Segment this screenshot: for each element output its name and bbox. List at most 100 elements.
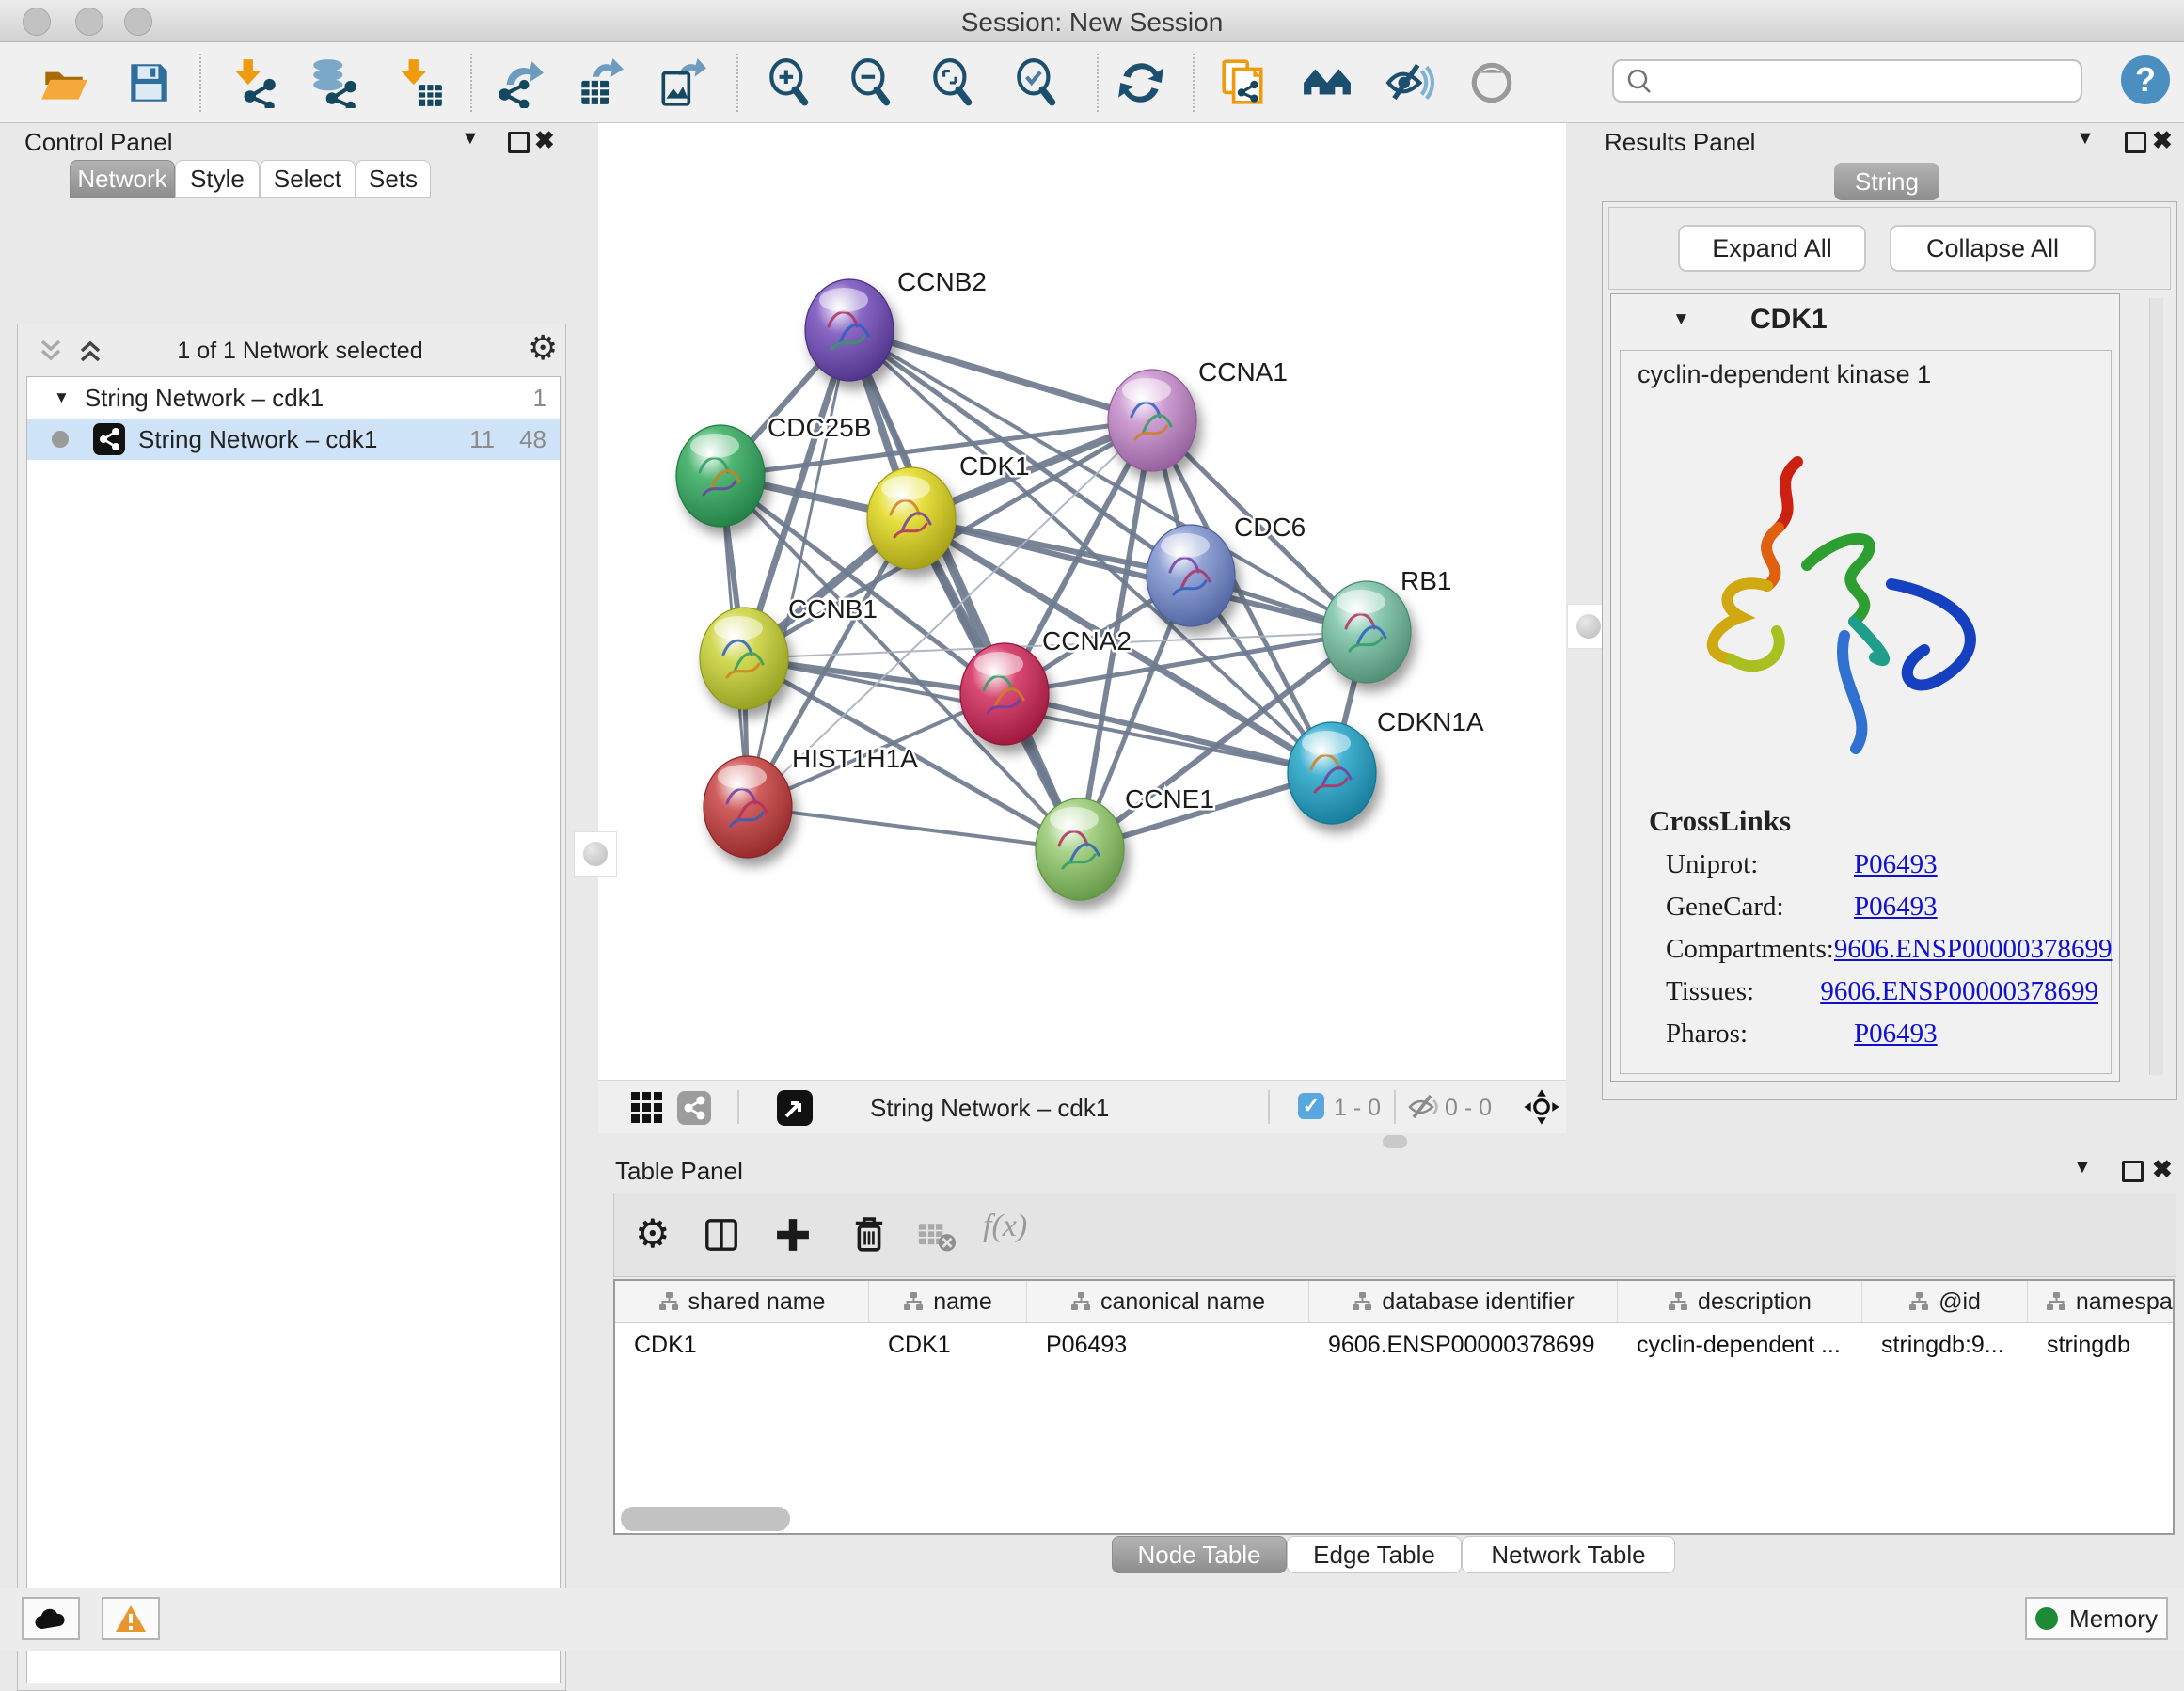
first-neighbors-icon[interactable]	[1300, 55, 1354, 110]
table-cell[interactable]: stringdb:9...	[1862, 1323, 2028, 1367]
crosslink-link[interactable]: P06493	[1854, 1019, 1938, 1050]
memory-button[interactable]: Memory	[2025, 1597, 2168, 1640]
cloud-status-button[interactable]	[22, 1597, 80, 1640]
network-node-CCNB2[interactable]	[805, 279, 894, 381]
network-node-CCNB1[interactable]	[700, 608, 788, 709]
table-cell[interactable]: P06493	[1027, 1323, 1309, 1367]
export-table-icon[interactable]	[572, 55, 626, 110]
show-all-icon[interactable]	[1464, 55, 1519, 110]
network-node-RB1[interactable]	[1322, 581, 1411, 683]
tab-string[interactable]: String	[1834, 163, 1939, 200]
control-panel-float-icon[interactable]	[508, 132, 530, 153]
results-scrollbar[interactable]	[2149, 298, 2163, 1075]
help-icon[interactable]: ?	[2121, 55, 2170, 104]
results-panel-close-icon[interactable]: ✖	[2152, 126, 2173, 155]
export-network-icon[interactable]	[491, 55, 546, 110]
tree-expander-icon[interactable]: ▼	[54, 388, 70, 407]
zoom-fit-content-icon[interactable]	[926, 55, 981, 110]
network-view-share-icon[interactable]	[677, 1091, 711, 1125]
tab-style[interactable]: Style	[175, 160, 260, 198]
show-columns-icon[interactable]	[701, 1214, 742, 1256]
table-cell[interactable]: 9606.ENSP00000378699	[1309, 1323, 1618, 1367]
table-cell[interactable]: CDK1	[869, 1323, 1027, 1367]
table-horizontal-scrollbar[interactable]	[621, 1507, 790, 1531]
network-node-CDC6[interactable]	[1147, 525, 1235, 626]
table-row[interactable]: CDK1CDK1P064939606.ENSP00000378699cyclin…	[615, 1323, 2173, 1367]
network-node-CCNA1[interactable]	[1108, 370, 1196, 471]
network-node-CCNA2[interactable]	[960, 643, 1049, 745]
crosslink-link[interactable]: P06493	[1854, 849, 1938, 880]
network-node-CDK1[interactable]	[867, 467, 956, 569]
export-image-icon[interactable]	[654, 55, 708, 110]
table-panel-close-icon[interactable]: ✖	[2152, 1155, 2173, 1184]
expand-all-button[interactable]: Expand All	[1678, 225, 1866, 272]
control-panel-menu-icon[interactable]: ▼	[461, 128, 480, 150]
network-node-CDKN1A[interactable]	[1288, 722, 1376, 824]
table-settings-gear-icon[interactable]: ⚙	[635, 1210, 671, 1256]
collapse-all-icon[interactable]	[37, 340, 65, 364]
create-column-plus-icon[interactable]	[772, 1214, 814, 1256]
table-panel-title: Table Panel	[615, 1157, 743, 1186]
tab-select[interactable]: Select	[260, 160, 356, 198]
warning-status-button[interactable]	[102, 1597, 160, 1640]
table-cell[interactable]: cyclin-dependent ...	[1618, 1323, 1862, 1367]
network-node-HIST1H1A[interactable]	[704, 756, 792, 858]
left-splitter-handle[interactable]	[574, 831, 617, 877]
network-row-selected[interactable]: String Network – cdk1 11 48	[27, 419, 560, 460]
network-graph[interactable]: CCNB2CCNA1CDC25BCDK1CDC6RB1CCNB1CCNA2CDK…	[598, 123, 1566, 1080]
crosslink-link[interactable]: P06493	[1854, 892, 1938, 923]
delete-column-trash-icon[interactable]	[847, 1212, 891, 1256]
table-cell[interactable]: CDK1	[615, 1323, 869, 1367]
open-session-icon[interactable]	[37, 55, 91, 110]
network-canvas[interactable]: CCNB2CCNA1CDC25BCDK1CDC6RB1CCNB1CCNA2CDK…	[598, 123, 1566, 1080]
control-panel-title: Control Panel	[24, 128, 173, 157]
open-in-window-icon[interactable]	[777, 1090, 813, 1126]
import-network-from-file-icon[interactable]	[228, 55, 282, 110]
column-header[interactable]: database identifier	[1309, 1281, 1618, 1322]
hide-selected-icon[interactable]	[1383, 55, 1437, 110]
tab-network-table[interactable]: Network Table	[1462, 1536, 1675, 1573]
birds-eye-view-icon[interactable]	[1522, 1087, 1561, 1127]
control-panel-close-icon[interactable]: ✖	[534, 126, 555, 155]
import-network-from-database-icon[interactable]	[307, 55, 361, 110]
search-input[interactable]	[1612, 59, 2082, 103]
table-panel-float-icon[interactable]	[2122, 1161, 2144, 1182]
import-table-from-file-icon[interactable]	[393, 55, 448, 110]
column-header[interactable]: @id	[1862, 1281, 2028, 1322]
gene-expander-icon[interactable]: ▼	[1672, 309, 1690, 330]
collapse-all-button[interactable]: Collapse All	[1890, 225, 2096, 272]
expand-all-icon[interactable]	[76, 340, 104, 364]
tab-edge-table[interactable]: Edge Table	[1287, 1536, 1462, 1573]
results-panel-float-icon[interactable]	[2125, 132, 2146, 153]
zoom-in-icon[interactable]	[763, 55, 817, 110]
network-edge-CCNB2-CCNA1[interactable]	[849, 330, 1152, 420]
zoom-selected-icon[interactable]	[1010, 55, 1065, 110]
new-network-from-selection-icon[interactable]	[1216, 55, 1271, 110]
grid-view-icon[interactable]	[630, 1091, 664, 1125]
column-header[interactable]: name	[869, 1281, 1027, 1322]
zoom-out-icon[interactable]	[845, 55, 899, 110]
column-header[interactable]: shared name	[615, 1281, 869, 1322]
network-options-gear-icon[interactable]: ⚙	[528, 328, 558, 368]
toolbar-separator	[199, 54, 201, 112]
crosslink-link[interactable]: 9606.ENSP00000378699	[1834, 934, 2113, 965]
column-header[interactable]: namespace	[2028, 1281, 2175, 1322]
tab-network[interactable]: Network	[70, 160, 175, 198]
table-cell[interactable]: stringdb	[2028, 1323, 2175, 1367]
tab-node-table[interactable]: Node Table	[1112, 1536, 1287, 1573]
column-header[interactable]: canonical name	[1027, 1281, 1309, 1322]
bottom-splitter-handle[interactable]	[1383, 1135, 1407, 1148]
crosslink-link[interactable]: 9606.ENSP00000378699	[1820, 976, 2098, 1007]
network-collection-row[interactable]: ▼ String Network – cdk1 1	[27, 377, 560, 419]
table-panel-menu-icon[interactable]: ▼	[2073, 1157, 2092, 1178]
refresh-view-icon[interactable]	[1114, 55, 1168, 110]
network-node-CCNE1[interactable]	[1036, 798, 1124, 900]
network-edge-HIST1H1A-CCNE1[interactable]	[748, 807, 1080, 849]
column-header[interactable]: description	[1618, 1281, 1862, 1322]
results-panel-menu-icon[interactable]: ▼	[2076, 128, 2095, 150]
network-edge-CCNB2-HIST1H1A[interactable]	[748, 330, 849, 807]
tab-sets[interactable]: Sets	[356, 160, 431, 198]
save-session-icon[interactable]	[121, 55, 176, 110]
selected-nodes-checkbox-icon[interactable]: ✓	[1298, 1093, 1324, 1119]
network-node-CDC25B[interactable]	[676, 425, 765, 527]
